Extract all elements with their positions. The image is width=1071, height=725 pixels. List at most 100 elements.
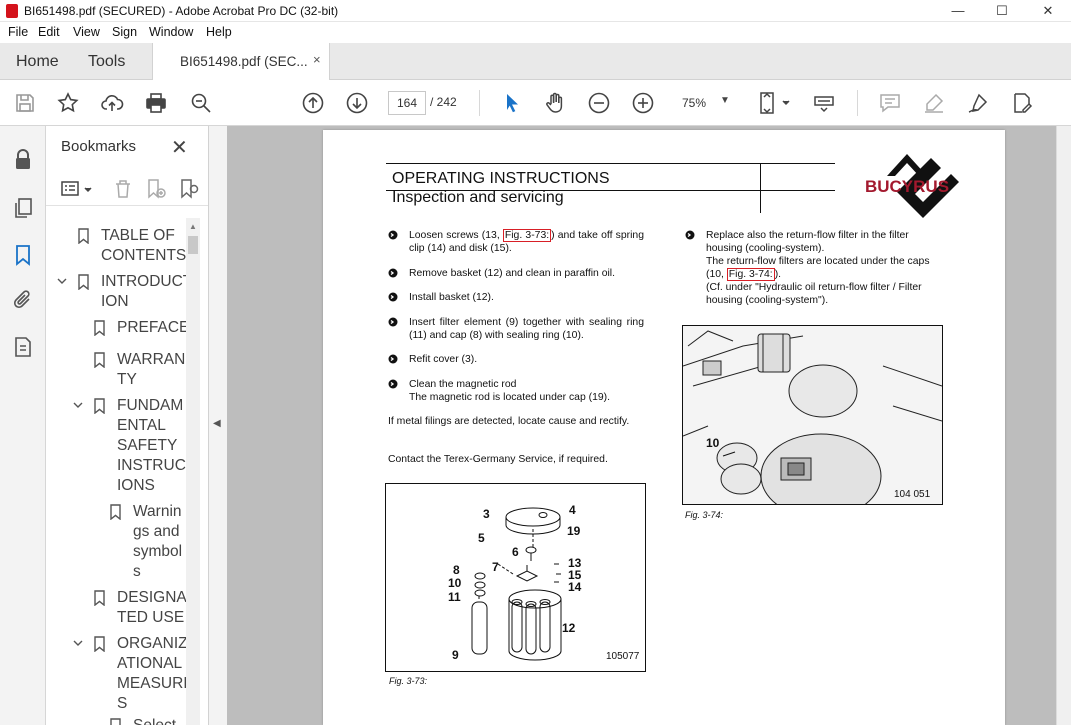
maximize-button[interactable]: ☐: [979, 0, 1025, 22]
bookmark-star-icon[interactable]: [56, 91, 80, 115]
toolbar-divider: [479, 90, 480, 116]
figure-3-73: 3 4 19 5 6 7 13 15 14 8 10 11 12 9 10507…: [385, 483, 646, 672]
bullet-arrow-icon: [388, 317, 398, 327]
zoom-out-icon[interactable]: [587, 91, 611, 115]
zoom-in-icon[interactable]: [631, 91, 655, 115]
figure-caption: Fig. 3-73:: [389, 676, 428, 686]
document-properties-icon[interactable]: [11, 335, 35, 359]
pages-icon[interactable]: [11, 196, 35, 220]
bookmarks-toolbar: [46, 174, 208, 206]
figure-3-74: 10 104 051: [682, 325, 943, 519]
acrobat-app-icon: [6, 4, 18, 18]
menu-view[interactable]: View: [73, 25, 100, 39]
header-rule: [386, 163, 835, 164]
page-total: / 242: [430, 95, 457, 109]
header-divider: [760, 163, 761, 213]
fig-3-74-link[interactable]: Fig. 3-74:: [726, 268, 775, 281]
comment-icon[interactable]: [878, 91, 902, 115]
attachment-icon[interactable]: [11, 288, 35, 312]
next-page-icon[interactable]: [345, 91, 369, 115]
filter-housing-photo: 10: [682, 326, 943, 519]
collapse-panel-handle[interactable]: ◀: [209, 126, 227, 725]
part-label: 14: [568, 580, 582, 594]
tab-tools[interactable]: Tools: [88, 53, 125, 71]
fill-sign-icon[interactable]: [1010, 91, 1034, 115]
part-label: 10: [448, 576, 462, 590]
zoom-search-icon[interactable]: [189, 91, 213, 115]
service-contact-note: Contact the Terex-Germany Service, if re…: [388, 454, 608, 465]
tab-document[interactable]: BI651498.pdf (SEC... ×: [152, 43, 330, 80]
minimize-button[interactable]: —: [935, 0, 981, 22]
bullet-arrow-icon: [388, 292, 398, 302]
previous-page-icon[interactable]: [301, 91, 325, 115]
menu-help[interactable]: Help: [206, 25, 232, 39]
figure-code: 104 051: [894, 489, 931, 500]
delete-bookmark-icon[interactable]: [112, 178, 134, 200]
bullet-arrow-icon: [388, 230, 398, 240]
part-label: 12: [562, 621, 576, 635]
chevron-down-icon: [73, 402, 83, 408]
heading-line-1: OPERATING INSTRUCTIONS: [392, 170, 610, 187]
toolbar-divider: [857, 90, 858, 116]
close-window-button[interactable]: ✕: [1025, 0, 1071, 22]
select-cursor-icon[interactable]: [500, 91, 524, 115]
sign-pen-icon[interactable]: [966, 91, 990, 115]
part-label: 4: [569, 503, 576, 517]
metal-filings-note: If metal filings are detected, locate ca…: [388, 416, 630, 427]
fig-3-73-link[interactable]: Fig. 3-73:: [502, 229, 552, 242]
menu-window[interactable]: Window: [149, 25, 193, 39]
part-label: 10: [706, 436, 720, 450]
lock-icon[interactable]: [11, 148, 35, 172]
new-bookmark-icon[interactable]: [145, 178, 167, 200]
section-heading: OPERATING INSTRUCTIONS Inspection and se…: [392, 169, 610, 207]
part-label: 8: [453, 563, 460, 577]
part-label: 3: [483, 507, 490, 521]
navigation-rail: [0, 126, 46, 725]
tab-document-label: BI651498.pdf (SEC...: [180, 54, 308, 69]
bucyrus-logo: BUCYRUS: [865, 154, 959, 218]
menu-file[interactable]: File: [8, 25, 28, 39]
part-label: 11: [448, 590, 461, 604]
bullet-arrow-icon: [388, 354, 398, 364]
bullet-arrow-icon: [388, 379, 398, 389]
highlight-pen-icon[interactable]: [922, 91, 946, 115]
part-label: 19: [567, 524, 581, 538]
logo-wordmark: BUCYRUS: [865, 177, 949, 196]
save-icon[interactable]: [13, 91, 37, 115]
close-bookmarks-icon[interactable]: ✕: [171, 135, 188, 160]
chevron-down-icon: [73, 640, 83, 646]
zoom-level-value: 75%: [682, 96, 707, 110]
upload-cloud-icon[interactable]: [100, 91, 124, 115]
scroll-mode-icon[interactable]: [812, 91, 836, 115]
scroll-up-arrow-icon[interactable]: ▲: [189, 222, 197, 231]
tab-home[interactable]: Home: [16, 53, 59, 71]
bookmark-panel-icon[interactable]: [11, 243, 35, 267]
part-label: 7: [492, 560, 499, 574]
bookmarks-scrollbar[interactable]: ▲: [186, 218, 200, 725]
menu-edit[interactable]: Edit: [38, 25, 60, 39]
window-title: BI651498.pdf (SECURED) - Adobe Acrobat P…: [24, 4, 339, 18]
fit-page-icon[interactable]: [757, 91, 791, 115]
heading-line-2: Inspection and servicing: [392, 189, 564, 206]
filter-exploded-diagram: 3 4 19 5 6 7 13 15 14 8 10 11 12 9: [448, 503, 582, 662]
bookmarks-panel: Bookmarks ✕ TABLE OF CONTENTS INTRODUCT …: [46, 126, 209, 725]
menu-sign[interactable]: Sign: [112, 25, 137, 39]
bullet-arrow-icon: [388, 268, 398, 278]
bookmark-options-icon[interactable]: [60, 178, 94, 200]
print-icon[interactable]: [144, 91, 168, 115]
page-number-input[interactable]: 164: [388, 91, 426, 115]
part-label: 5: [478, 531, 485, 545]
toolbar: 164 / 242 75% ▼: [0, 80, 1071, 126]
title-bar: BI651498.pdf (SECURED) - Adobe Acrobat P…: [0, 0, 1071, 22]
document-scrollbar[interactable]: [1056, 126, 1071, 725]
part-label: 9: [452, 648, 459, 662]
bookmarks-scroll-thumb[interactable]: [188, 236, 198, 254]
collapse-arrow-icon: ◀: [213, 418, 221, 429]
find-bookmark-icon[interactable]: [179, 178, 201, 200]
zoom-level-select[interactable]: 75% ▼: [672, 91, 738, 115]
part-label: 6: [512, 545, 519, 559]
pdf-page: OPERATING INSTRUCTIONS Inspection and se…: [323, 130, 1005, 725]
tab-bar: Home Tools BI651498.pdf (SEC... ×: [0, 43, 1071, 80]
hand-tool-icon[interactable]: [543, 91, 567, 115]
close-tab-icon[interactable]: ×: [313, 52, 321, 67]
